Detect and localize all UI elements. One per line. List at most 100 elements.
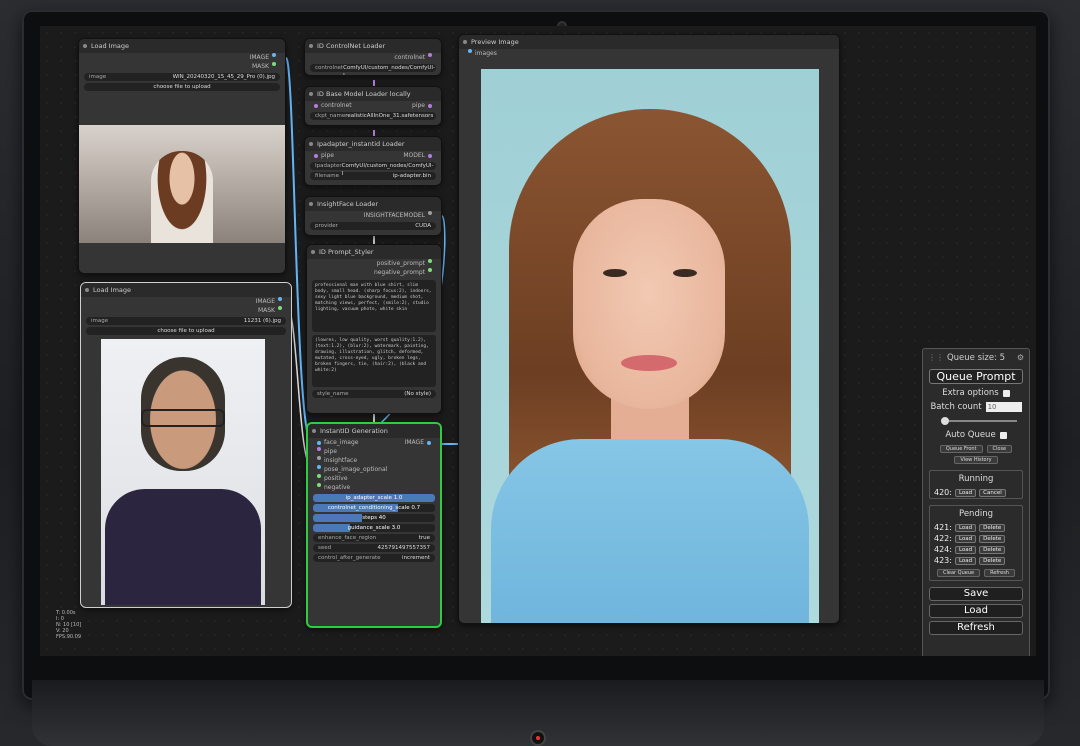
output-dot-icon[interactable] bbox=[428, 153, 432, 158]
control-after-generate-select[interactable]: control_after_generate increment bbox=[313, 554, 435, 562]
controlnet-select[interactable]: controlnet ComfyUI/custom_nodes/ComfyUI-I bbox=[310, 64, 436, 75]
batch-count-input[interactable]: 10 bbox=[985, 402, 1022, 412]
batch-count-slider[interactable] bbox=[931, 416, 1021, 426]
load-button[interactable]: Load bbox=[954, 488, 977, 497]
node-title: ID Prompt_Styler bbox=[307, 245, 441, 259]
upload-button[interactable]: choose file to upload bbox=[84, 83, 280, 91]
pending-label: Pending bbox=[959, 509, 993, 519]
shirt-shape bbox=[491, 439, 809, 623]
input-dot-icon[interactable] bbox=[317, 465, 321, 469]
load-image-node-1[interactable]: Load Image IMAGE MASK image WIN_20240320_… bbox=[78, 38, 286, 274]
insightface-loader-node[interactable]: InsightFace Loader INSIGHTFACEMODEL prov… bbox=[304, 196, 442, 236]
output-dot-icon[interactable] bbox=[278, 297, 282, 301]
output-dot-icon[interactable] bbox=[427, 440, 431, 445]
image-select[interactable]: image WIN_20240320_15_45_29_Pro (0).jpg bbox=[84, 73, 280, 81]
input-dot-icon[interactable] bbox=[317, 440, 321, 445]
ckpt-select[interactable]: ckpt_name realisticAllInOne_31.safetensor… bbox=[310, 112, 436, 120]
node-title: InstantID Generation bbox=[308, 424, 440, 438]
output-dot-icon[interactable] bbox=[278, 306, 282, 310]
output-dot-icon[interactable] bbox=[428, 53, 432, 57]
steps-slider[interactable]: steps 40 bbox=[313, 514, 435, 522]
cancel-button[interactable]: Cancel bbox=[979, 488, 1006, 497]
input-dot-icon[interactable] bbox=[314, 153, 318, 158]
enhance-face-toggle[interactable]: enhance_face_region true bbox=[313, 534, 435, 542]
delete-button[interactable]: Delete bbox=[979, 556, 1006, 565]
comfyui-canvas[interactable]: Load Image IMAGE MASK image WIN_20240320_… bbox=[40, 26, 1036, 656]
drag-handle-icon[interactable]: ⋮⋮ bbox=[928, 349, 944, 367]
instantid-generation-node[interactable]: InstantID Generation face_image IMAGE pip… bbox=[306, 422, 442, 628]
controlnet-loader-node[interactable]: ID ControlNet Loader controlnet controln… bbox=[304, 38, 442, 76]
running-label: Running bbox=[958, 474, 994, 484]
load-button[interactable]: Load bbox=[954, 534, 977, 543]
output-dot-icon[interactable] bbox=[428, 259, 432, 263]
filename-select[interactable]: filename ip-adapter.bin bbox=[310, 172, 436, 180]
seed-input[interactable]: seed 425791497557357 bbox=[313, 544, 435, 552]
eye-shape bbox=[673, 269, 697, 277]
input-dot-icon[interactable] bbox=[317, 474, 321, 478]
image-select[interactable]: image 11231 (6).jpg bbox=[86, 317, 286, 325]
positive-prompt-textarea[interactable]: professional man with blue shirt, slim b… bbox=[312, 280, 436, 332]
node-title: Ipadapter_instantid Loader bbox=[305, 137, 441, 151]
delete-button[interactable]: Delete bbox=[979, 545, 1006, 554]
output-dot-icon[interactable] bbox=[428, 211, 432, 215]
output-dot-icon[interactable] bbox=[272, 53, 276, 57]
auto-queue-checkbox[interactable] bbox=[999, 431, 1007, 439]
load-button[interactable]: Load bbox=[954, 545, 977, 554]
input-dot-icon[interactable] bbox=[317, 483, 321, 487]
list-item: 420: Load Cancel bbox=[930, 487, 1022, 498]
list-item: 422: Load Delete bbox=[930, 533, 1022, 544]
list-item: 424: Load Delete bbox=[930, 544, 1022, 555]
provider-select[interactable]: provider CUDA bbox=[310, 222, 436, 230]
input-dot-icon[interactable] bbox=[317, 456, 321, 460]
refresh-button[interactable]: Refresh bbox=[929, 621, 1023, 635]
batch-count-label: Batch count bbox=[930, 402, 982, 412]
eye-shape bbox=[603, 269, 627, 277]
ip-adapter-scale-slider[interactable]: ip_adapter_scale 1.0 bbox=[313, 494, 435, 502]
negative-prompt-textarea[interactable]: (lowres, low quality, worst quality:1.2)… bbox=[312, 335, 436, 387]
output-image: IMAGE bbox=[255, 298, 275, 305]
input-dot-icon[interactable] bbox=[317, 447, 321, 451]
base-model-loader-node[interactable]: ID Base Model Loader locally controlnet p… bbox=[304, 86, 442, 126]
controlnet-scale-slider[interactable]: controlnet_conditioning_scale 0.7 bbox=[313, 504, 435, 512]
load-button[interactable]: Load bbox=[929, 604, 1023, 618]
queue-panel[interactable]: ⋮⋮ Queue size: 5 ⚙ Queue Prompt Extra op… bbox=[922, 348, 1030, 656]
render-stats: T: 0.00s I: 0 N: 10 [10] V: 20 FPS:90.09 bbox=[56, 610, 82, 640]
node-title: ID ControlNet Loader bbox=[305, 39, 441, 53]
input-dot-icon[interactable] bbox=[468, 49, 472, 53]
output-dot-icon[interactable] bbox=[272, 62, 276, 66]
output-mask: MASK bbox=[257, 307, 275, 314]
queue-prompt-button[interactable]: Queue Prompt bbox=[929, 369, 1023, 384]
refresh-queue-button[interactable]: Refresh bbox=[984, 569, 1015, 577]
prompt-styler-node[interactable]: ID Prompt_Styler positive_prompt negativ… bbox=[306, 244, 442, 414]
preview-image-node[interactable]: Preview Image images bbox=[458, 34, 840, 624]
ipadapter-select[interactable]: Ipadapter ComfyUI/custom_nodes/ComfyUI-I bbox=[310, 162, 436, 177]
queue-front-button[interactable]: Queue Front bbox=[939, 445, 983, 453]
view-history-button[interactable]: View History bbox=[954, 456, 998, 464]
extra-options-checkbox[interactable] bbox=[1002, 389, 1010, 397]
extra-options-label: Extra options bbox=[942, 388, 999, 398]
list-item: 423: Load Delete bbox=[930, 555, 1022, 566]
upload-button[interactable]: choose file to upload bbox=[86, 327, 286, 335]
shirt-shape bbox=[105, 489, 261, 605]
clear-queue-button[interactable]: Clear Queue bbox=[937, 569, 981, 577]
ipadapter-loader-node[interactable]: Ipadapter_instantid Loader pipe MODEL Ipa… bbox=[304, 136, 442, 186]
load-image-node-2[interactable]: Load Image IMAGE MASK image 11231 (6).jpg… bbox=[80, 282, 292, 608]
load-button[interactable]: Load bbox=[954, 556, 977, 565]
queue-size: Queue size: 5 bbox=[946, 353, 1006, 363]
glasses-shape bbox=[141, 409, 225, 427]
output-dot-icon[interactable] bbox=[428, 103, 432, 108]
style-select[interactable]: style_name (No style) bbox=[312, 390, 436, 398]
load-button[interactable]: Load bbox=[954, 523, 977, 532]
close-button[interactable]: Close bbox=[986, 445, 1013, 453]
input-dot-icon[interactable] bbox=[314, 103, 318, 108]
delete-button[interactable]: Delete bbox=[979, 523, 1006, 532]
lips-shape bbox=[621, 355, 677, 371]
slider-knob[interactable] bbox=[941, 417, 949, 425]
guidance-scale-slider[interactable]: guidance_scale 3.0 bbox=[313, 524, 435, 532]
node-title: Load Image bbox=[81, 283, 291, 297]
delete-button[interactable]: Delete bbox=[979, 534, 1006, 543]
gear-icon[interactable]: ⚙ bbox=[1017, 349, 1024, 367]
output-dot-icon[interactable] bbox=[428, 268, 432, 272]
generated-portrait-image bbox=[481, 69, 819, 623]
save-button[interactable]: Save bbox=[929, 587, 1023, 601]
